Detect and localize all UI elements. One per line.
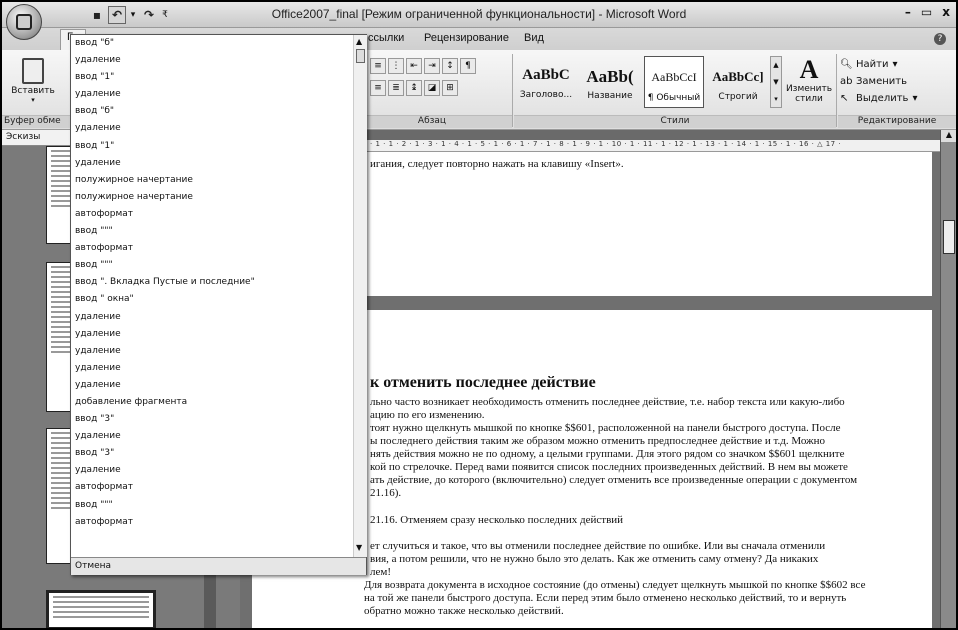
style-heading[interactable]: AaBbC Заголово...	[516, 56, 576, 108]
increase-indent-icon[interactable]: ⇥	[424, 58, 440, 74]
undo-list-item[interactable]: ввод " окна"	[71, 291, 353, 308]
select-cursor-icon: ↖	[840, 93, 849, 104]
borders-icon[interactable]: ⊞	[442, 80, 458, 96]
window-controls: – ▭ x	[905, 5, 950, 19]
change-styles-button[interactable]: A Изменить стили	[784, 56, 834, 111]
undo-list-item[interactable]: ввод ". Вкладка Пустые и последние"	[71, 274, 353, 291]
replace-button[interactable]: ab Заменить	[840, 73, 950, 90]
undo-list-scrollbar[interactable]: ▲ ▼	[353, 35, 367, 557]
undo-list-item[interactable]: удаление	[71, 52, 353, 69]
line-spacing-icon[interactable]: ↨	[406, 80, 422, 96]
style-strict[interactable]: AaBbCc] Строгий	[708, 56, 768, 108]
change-styles-icon: A	[799, 55, 819, 84]
undo-list-item[interactable]: удаление	[71, 462, 353, 479]
undo-list-item[interactable]: удаление	[71, 343, 353, 360]
paragraph-3: Для возврата документа в исходное состоя…	[364, 579, 866, 617]
undo-list-item[interactable]: ввод """	[71, 257, 353, 274]
styles-gallery: AaBbC Заголово... AaBb( Название AaBbCcI…	[516, 56, 770, 108]
scroll-up-icon[interactable]: ▲	[941, 130, 956, 142]
undo-scroll-thumb[interactable]	[356, 49, 365, 63]
tab-review[interactable]: Рецензирование	[424, 32, 509, 44]
undo-dropdown-arrow-icon[interactable]: ▾	[128, 6, 138, 24]
undo-list-item[interactable]: ввод "б"	[71, 103, 353, 120]
scrollbar-thumb[interactable]	[943, 220, 955, 254]
tab-view[interactable]: Вид	[524, 32, 544, 44]
undo-list-item[interactable]: удаление	[71, 377, 353, 394]
styles-group-label: Стили	[514, 115, 836, 128]
undo-history-dropdown: ввод "б" удаление ввод "1" удаление ввод "б"…	[70, 34, 367, 575]
undo-list-item[interactable]: ввод """	[71, 223, 353, 240]
select-button[interactable]: ↖ Выделить ▾	[840, 90, 950, 107]
office-button[interactable]	[6, 4, 42, 40]
binoculars-icon: 🔍︎	[840, 59, 853, 70]
editing-group-label: Редактирование	[838, 115, 956, 128]
editing-group: 🔍︎ Найти ▾ ab Заменить ↖ Выделить ▾	[840, 56, 950, 107]
undo-list-item[interactable]: ввод "1"	[71, 69, 353, 86]
minimize-icon[interactable]: –	[905, 5, 911, 19]
quick-access-toolbar: ▪ ↶ ▾ ↷ ₹	[48, 6, 170, 24]
figure-caption: 21.16. Отменяем сразу несколько последни…	[370, 514, 624, 526]
tab-references[interactable]: ссылки	[368, 32, 404, 44]
undo-list-item[interactable]: ввод "3"	[71, 445, 353, 462]
decrease-indent-icon[interactable]: ⇤	[406, 58, 422, 74]
undo-list-item[interactable]: удаление	[71, 360, 353, 377]
undo-list-item[interactable]: удаление	[71, 120, 353, 137]
pilcrow-icon[interactable]: ¶	[460, 58, 476, 74]
scroll-up-arrow-icon[interactable]: ▲	[356, 37, 362, 46]
undo-list-item[interactable]: ввод "б"	[71, 35, 353, 52]
paragraph-group-label: Абзац	[352, 115, 512, 128]
justify-icon[interactable]: ≣	[388, 80, 404, 96]
undo-list-item[interactable]: удаление	[71, 326, 353, 343]
find-button[interactable]: 🔍︎ Найти ▾	[840, 56, 950, 73]
undo-count-footer: Отмена	[71, 557, 366, 575]
undo-list-item[interactable]: добавление фрагмента	[71, 394, 353, 411]
shading-icon[interactable]: ◪	[424, 80, 440, 96]
word-window: Office2007_final [Режим ограниченной фун…	[0, 0, 958, 630]
close-icon[interactable]: x	[942, 5, 950, 19]
clipboard-icon	[22, 58, 44, 84]
align-center-icon[interactable]: ≡	[370, 80, 386, 96]
undo-list-item[interactable]: ввод "1"	[71, 138, 353, 155]
section-heading: к отменить последнее действие	[370, 374, 596, 391]
undo-list-item[interactable]: полужирное начертание	[71, 189, 353, 206]
undo-list-item[interactable]: автоформат	[71, 514, 353, 531]
undo-icon[interactable]: ↶	[108, 6, 126, 24]
title-bar: Office2007_final [Режим ограниченной фун…	[2, 2, 956, 28]
paste-label: Вставить	[11, 86, 55, 96]
document-scrollbar[interactable]: ▲	[940, 130, 956, 628]
paragraph-1: льно часто возникает необходимость отмен…	[370, 396, 858, 499]
undo-list-item[interactable]: удаление	[71, 155, 353, 172]
undo-list-item[interactable]: ввод """	[71, 497, 353, 514]
numbering-icon[interactable]: ⋮	[388, 58, 404, 74]
style-normal[interactable]: AaBbCcI ¶ Обычный	[644, 56, 704, 108]
undo-list-item[interactable]: полужирное начертание	[71, 172, 353, 189]
page1-text: игания, следует повторно нажать на клави…	[370, 158, 624, 170]
undo-list-item[interactable]: ввод "3"	[71, 411, 353, 428]
undo-list-item[interactable]: удаление	[71, 86, 353, 103]
styles-scroll-icon[interactable]: ▲ ▼ ▾	[770, 56, 782, 108]
undo-list-item[interactable]: удаление	[71, 428, 353, 445]
scroll-down-arrow-icon[interactable]: ▼	[356, 543, 362, 552]
save-icon[interactable]: ▪	[88, 6, 106, 24]
undo-history-list: ввод "б" удаление ввод "1" удаление ввод "б"…	[71, 35, 353, 531]
customize-qat-icon[interactable]: ₹	[160, 6, 170, 24]
replace-icon: ab	[840, 76, 853, 87]
office-logo-icon	[16, 14, 32, 30]
page-thumbnail-selected[interactable]	[46, 590, 156, 628]
paragraph-tools: ≡ ⋮ ⇤ ⇥ ↕ ¶ ≡ ≣ ↨ ◪ ⊞	[370, 58, 510, 108]
clipboard-group-label: Буфер обме	[2, 115, 70, 128]
maximize-icon[interactable]: ▭	[921, 5, 932, 19]
sort-icon[interactable]: ↕	[442, 58, 458, 74]
undo-list-item[interactable]: автоформат	[71, 206, 353, 223]
undo-list-item[interactable]: автоформат	[71, 479, 353, 496]
help-icon[interactable]: ?	[934, 33, 946, 45]
style-title[interactable]: AaBb( Название	[580, 56, 640, 108]
undo-list-item[interactable]: удаление	[71, 309, 353, 326]
bullets-icon[interactable]: ≡	[370, 58, 386, 74]
undo-list-item[interactable]: автоформат	[71, 240, 353, 257]
redo-icon[interactable]: ↷	[140, 6, 158, 24]
paste-button[interactable]: Вставить ▾	[8, 56, 58, 111]
paragraph-2: ет случиться и такое, что вы отменили по…	[370, 540, 826, 578]
